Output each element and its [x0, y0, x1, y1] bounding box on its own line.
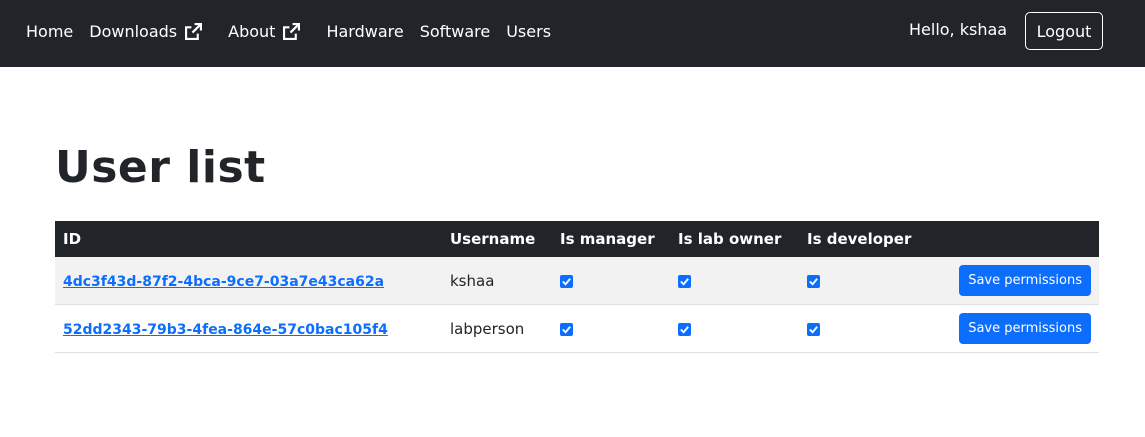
cell-is-lab-owner	[670, 257, 799, 305]
column-header-is-lab-owner: Is lab owner	[670, 221, 799, 257]
cell-id: 4dc3f43d-87f2-4bca-9ce7-03a7e43ca62a	[55, 257, 442, 305]
user-id-link[interactable]: 4dc3f43d-87f2-4bca-9ce7-03a7e43ca62a	[63, 274, 384, 290]
nav-link-home[interactable]: Home	[18, 22, 81, 41]
nav-link-users-label: Users	[506, 22, 552, 41]
cell-is-lab-owner	[670, 304, 799, 353]
column-header-actions	[945, 221, 1099, 257]
nav-link-hardware-label: Hardware	[326, 22, 404, 41]
cell-is-manager	[552, 257, 670, 305]
nav-link-software-label: Software	[419, 22, 491, 41]
is-developer-checkbox[interactable]	[807, 322, 820, 336]
cell-is-developer	[799, 304, 945, 353]
save-permissions-button[interactable]: Save permissions	[959, 313, 1091, 344]
logout-button[interactable]: Logout	[1025, 12, 1103, 50]
nav-link-downloads-label: Downloads	[89, 22, 178, 41]
nav-link-downloads[interactable]: Downloads	[81, 22, 220, 41]
users-table: ID Username Is manager Is lab owner Is d…	[55, 221, 1099, 353]
table-row: 52dd2343-79b3-4fea-864e-57c0bac105f4 lab…	[55, 304, 1099, 353]
nav-link-about-label: About	[228, 22, 276, 41]
nav-link-hardware[interactable]: Hardware	[318, 22, 411, 41]
top-navbar: Home Downloads About Hardware Software U…	[0, 0, 1145, 67]
user-greeting: Hello, kshaa	[909, 20, 1008, 39]
cell-username: labperson	[442, 304, 552, 353]
column-header-is-developer: Is developer	[799, 221, 945, 257]
column-header-username: Username	[442, 221, 552, 257]
external-link-icon	[283, 23, 301, 40]
nav-link-software[interactable]: Software	[412, 22, 499, 41]
cell-is-manager	[552, 304, 670, 353]
nav-links: Home Downloads About Hardware Software U…	[18, 0, 559, 63]
cell-actions: Save permissions	[945, 304, 1099, 353]
is-lab-owner-checkbox[interactable]	[678, 274, 691, 288]
table-row: 4dc3f43d-87f2-4bca-9ce7-03a7e43ca62a ksh…	[55, 257, 1099, 305]
external-link-icon	[185, 23, 203, 40]
cell-is-developer	[799, 257, 945, 305]
cell-username: kshaa	[442, 257, 552, 305]
nav-link-home-label: Home	[26, 22, 74, 41]
cell-id: 52dd2343-79b3-4fea-864e-57c0bac105f4	[55, 304, 442, 353]
cell-actions: Save permissions	[945, 257, 1099, 305]
is-developer-checkbox[interactable]	[807, 274, 820, 288]
page-title: User list	[55, 142, 266, 193]
nav-link-about[interactable]: About	[220, 22, 318, 41]
column-header-id: ID	[55, 221, 442, 257]
is-manager-checkbox[interactable]	[560, 322, 573, 336]
save-permissions-button[interactable]: Save permissions	[959, 265, 1091, 296]
table-header-row: ID Username Is manager Is lab owner Is d…	[55, 221, 1099, 257]
is-lab-owner-checkbox[interactable]	[678, 322, 691, 336]
nav-link-users[interactable]: Users	[498, 22, 559, 41]
column-header-is-manager: Is manager	[552, 221, 670, 257]
is-manager-checkbox[interactable]	[560, 274, 573, 288]
user-id-link[interactable]: 52dd2343-79b3-4fea-864e-57c0bac105f4	[63, 322, 388, 338]
